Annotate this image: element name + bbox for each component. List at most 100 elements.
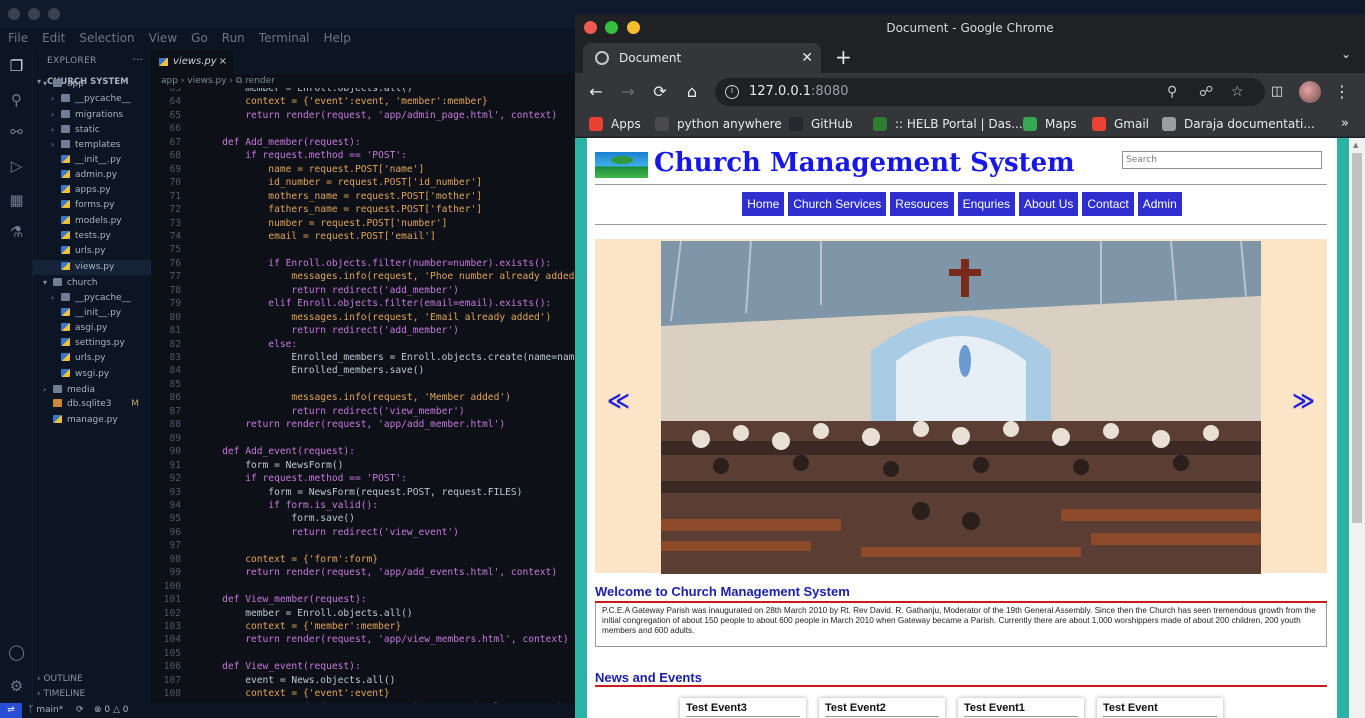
bookmark-item[interactable]: GitHub	[789, 111, 853, 137]
event-card[interactable]: Test Event1	[958, 698, 1084, 718]
bookmark-item[interactable]: Maps	[1023, 111, 1077, 137]
nav-admin[interactable]: Admin	[1137, 192, 1182, 216]
run-debug-icon[interactable]: ▷	[8, 158, 25, 175]
explorer-icon[interactable]: ❐	[8, 58, 25, 75]
tree-folder[interactable]: › __pycache__	[33, 91, 151, 106]
menu-go[interactable]: Go	[191, 31, 208, 45]
forward-icon[interactable]: →	[617, 81, 639, 103]
sync-icon[interactable]: ⟳	[76, 703, 84, 718]
page-scrollbar[interactable]: ▲	[1349, 138, 1365, 718]
nav-contact[interactable]: Contact	[1082, 192, 1134, 216]
site-info-icon[interactable]: i	[725, 85, 739, 99]
new-tab-button[interactable]: +	[835, 45, 852, 69]
event-card[interactable]: Test Event2	[819, 698, 945, 718]
tree-file[interactable]: asgi.py	[33, 321, 151, 336]
tree-file[interactable]: urls.py	[33, 351, 151, 366]
share-icon[interactable]: ☍	[1199, 81, 1213, 103]
tree-file[interactable]: views.py	[33, 259, 151, 275]
code-area[interactable]: 63 member = Enroll.objects.all() 64 conte…	[151, 88, 575, 703]
tab-search-chevron-icon[interactable]: ⌄	[1341, 47, 1351, 61]
search-icon[interactable]: ⚲	[8, 92, 25, 109]
bookmark-item[interactable]: Daraja documentati...	[1162, 111, 1315, 137]
profile-avatar[interactable]	[1299, 81, 1321, 103]
source-control-icon[interactable]: ⚯	[8, 124, 25, 141]
event-card[interactable]: Test Event3	[680, 698, 806, 718]
breadcrumb[interactable]: app › views.py › ⧉ render	[161, 74, 275, 88]
menu-run[interactable]: Run	[222, 31, 245, 45]
carousel-next-button[interactable]: ≫	[1292, 389, 1315, 414]
bookmark-item[interactable]: Apps	[589, 111, 641, 137]
tree-file[interactable]: __init__.py	[33, 306, 151, 321]
menu-help[interactable]: Help	[324, 31, 351, 45]
nav-resouces[interactable]: Resouces	[890, 192, 954, 216]
nav-home[interactable]: Home	[742, 192, 785, 216]
settings-gear-icon[interactable]: ⚙	[8, 678, 25, 695]
problems-status[interactable]: ⊗ 0 △ 0	[94, 703, 129, 718]
tree-folder[interactable]: › __pycache__	[33, 290, 151, 305]
maximize-window-button[interactable]	[48, 8, 60, 20]
tree-folder[interactable]: › media	[33, 382, 151, 397]
folder-icon	[61, 124, 70, 133]
scroll-thumb[interactable]	[1352, 153, 1362, 523]
tree-folder[interactable]: › static	[33, 122, 151, 137]
tree-file[interactable]: apps.py	[33, 183, 151, 198]
tree-folder[interactable]: › templates	[33, 137, 151, 152]
tree-file[interactable]: tests.py	[33, 229, 151, 244]
account-icon[interactable]: ◯	[8, 644, 25, 661]
bookmark-item[interactable]: :: HELB Portal | Das...	[873, 111, 1023, 137]
bookmark-star-icon[interactable]: ☆	[1231, 81, 1244, 103]
tree-file[interactable]: urls.py	[33, 244, 151, 259]
more-actions-icon[interactable]: ···	[133, 53, 144, 66]
carousel-prev-button[interactable]: ≪	[607, 389, 630, 414]
back-icon[interactable]: ←	[585, 81, 607, 103]
tree-file[interactable]: admin.py	[33, 168, 151, 183]
tree-folder[interactable]: › migrations	[33, 107, 151, 122]
menu-terminal[interactable]: Terminal	[259, 31, 310, 45]
testing-icon[interactable]: ⚗	[8, 224, 25, 241]
branch-status[interactable]: ᛉ main*	[28, 703, 63, 718]
menu-kebab-icon[interactable]: ⋮	[1331, 81, 1353, 103]
remote-icon[interactable]: ⇌	[0, 703, 22, 718]
zoom-icon[interactable]: ⚲	[1167, 81, 1177, 103]
close-icon[interactable]: ×	[219, 50, 227, 74]
tree-file[interactable]: __init__.py	[33, 153, 151, 168]
tree-file[interactable]: wsgi.py	[33, 367, 151, 382]
reload-icon[interactable]: ⟳	[649, 81, 671, 103]
tree-file[interactable]: settings.py	[33, 336, 151, 351]
menu-view[interactable]: View	[149, 31, 177, 45]
address-bar[interactable]: i 127.0.0.1:8080 ⚲ ☍ ☆	[715, 78, 1265, 106]
minimize-window-button[interactable]	[627, 21, 640, 34]
close-tab-icon[interactable]: ✕	[801, 43, 813, 73]
extensions-icon[interactable]: ▦	[8, 192, 25, 209]
more-bookmarks-icon[interactable]: »	[1341, 111, 1349, 137]
bookmark-item[interactable]: Gmail	[1092, 111, 1149, 137]
menu-selection[interactable]: Selection	[79, 31, 134, 45]
nav-about-us[interactable]: About Us	[1019, 192, 1079, 216]
tree-file[interactable]: db.sqlite3 M	[33, 397, 151, 412]
tree-file[interactable]: models.py	[33, 214, 151, 229]
side-panel-icon[interactable]: ◫	[1266, 81, 1288, 103]
nav-enquries[interactable]: Enquries	[957, 192, 1016, 216]
minimize-window-button[interactable]	[28, 8, 40, 20]
tree-folder[interactable]: ▾ app	[33, 76, 151, 91]
event-card[interactable]: Test Event	[1097, 698, 1223, 718]
search-input[interactable]: Search	[1122, 151, 1322, 169]
close-window-button[interactable]	[584, 21, 597, 34]
menu-edit[interactable]: Edit	[42, 31, 65, 45]
tree-file[interactable]: manage.py	[33, 413, 151, 428]
browser-tab[interactable]: Document ✕	[583, 43, 821, 73]
code-text: context = {'member':member}	[199, 621, 402, 632]
bookmark-item[interactable]: python anywhere	[655, 111, 782, 137]
tree-folder[interactable]: ▾ church	[33, 275, 151, 290]
home-icon[interactable]: ⌂	[681, 81, 703, 103]
chevron-right-icon: ›	[51, 140, 55, 150]
timeline-section[interactable]: › TIMELINE	[37, 689, 85, 699]
tree-file[interactable]: forms.py	[33, 198, 151, 213]
outline-section[interactable]: › OUTLINE	[37, 674, 83, 684]
menu-file[interactable]: File	[8, 31, 28, 45]
scroll-up-icon[interactable]: ▲	[1353, 141, 1358, 149]
tab-views-py[interactable]: views.py ×	[151, 50, 233, 74]
maximize-window-button[interactable]	[605, 21, 618, 34]
nav-church-services[interactable]: Church Services	[788, 192, 887, 216]
close-window-button[interactable]	[8, 8, 20, 20]
